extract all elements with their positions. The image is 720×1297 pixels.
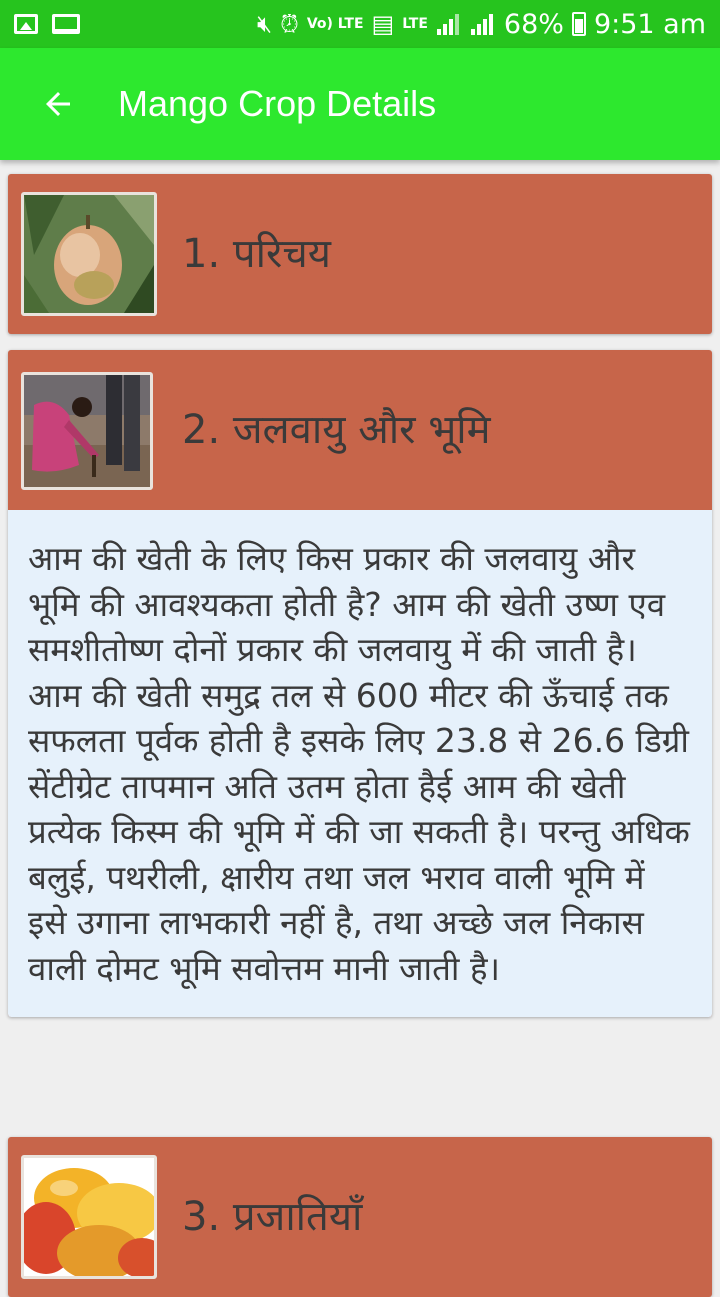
section-header[interactable]: 3. प्रजातियाँ <box>8 1137 712 1297</box>
battery-percent: 68% <box>503 8 564 40</box>
mango-on-tree-photo <box>21 192 157 316</box>
clock: 9:51 am <box>593 8 706 40</box>
volte-icon: Vo) LTE <box>306 16 364 32</box>
laptop-notification-icon <box>52 14 80 34</box>
gallery-notification-icon <box>14 14 38 34</box>
sim-icon: ▤ <box>371 10 395 38</box>
alarm-icon: ⏰︎ <box>280 10 299 38</box>
section-card-varieties[interactable]: 3. प्रजातियाँ <box>8 1137 712 1297</box>
signal-icon <box>436 14 459 35</box>
signal-roaming-icon <box>470 14 493 35</box>
section-body-text: आम की खेती के लिए किस प्रकार की जलवायु औ… <box>8 510 712 1017</box>
mute-icon: 🔇︎ <box>256 10 273 38</box>
section-title: 1. परिचय <box>182 231 331 277</box>
page-title: Mango Crop Details <box>118 83 437 124</box>
section-title: 2. जलवायु और भूमि <box>182 407 491 453</box>
back-button[interactable] <box>32 78 84 130</box>
lte-icon: LTE <box>402 16 428 32</box>
section-card-climate-soil[interactable]: 2. जलवायु और भूमि आम की खेती के लिए किस … <box>8 350 712 1017</box>
app-bar: Mango Crop Details <box>0 48 720 160</box>
section-title: 3. प्रजातियाँ <box>182 1194 363 1240</box>
arrow-left-icon <box>46 92 70 116</box>
section-card-intro[interactable]: 1. परिचय <box>8 174 712 334</box>
section-header[interactable]: 2. जलवायु और भूमि <box>8 350 712 510</box>
farmer-planting-photo <box>21 372 153 490</box>
battery-icon <box>571 12 586 36</box>
status-bar: 🔇︎ ⏰︎ Vo) LTE ▤ LTE 68% 9:51 am <box>0 0 720 48</box>
section-header[interactable]: 1. परिचय <box>8 174 712 334</box>
mango-varieties-photo <box>21 1155 157 1279</box>
